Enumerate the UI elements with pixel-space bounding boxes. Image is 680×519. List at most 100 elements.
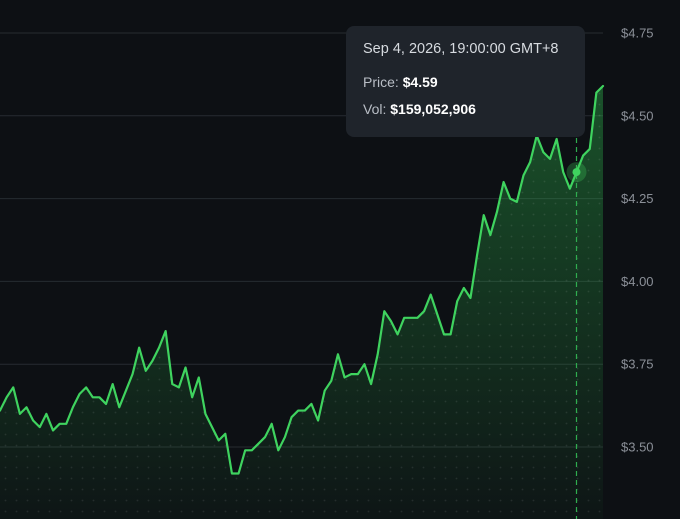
data-point[interactable] <box>163 328 169 334</box>
data-point[interactable] <box>335 351 341 357</box>
data-point[interactable] <box>315 418 321 424</box>
data-point[interactable] <box>83 384 89 390</box>
data-point[interactable] <box>361 361 367 367</box>
data-point[interactable] <box>17 411 23 417</box>
data-point[interactable] <box>77 391 83 397</box>
y-tick-label: $3.75 <box>621 357 654 372</box>
data-point[interactable] <box>481 212 487 218</box>
data-point[interactable] <box>269 421 275 427</box>
data-point[interactable] <box>322 388 328 394</box>
tooltip-price-value: $4.59 <box>402 73 438 90</box>
data-point[interactable] <box>70 404 76 410</box>
data-point[interactable] <box>487 232 493 238</box>
y-tick-label: $4.75 <box>621 26 654 41</box>
data-point[interactable] <box>116 404 122 410</box>
tooltip-vol-value: $159,052,906 <box>390 100 476 117</box>
data-point[interactable] <box>110 381 116 387</box>
data-point[interactable] <box>143 368 149 374</box>
data-point[interactable] <box>189 394 195 400</box>
data-point[interactable] <box>176 384 182 390</box>
data-point[interactable] <box>547 156 553 162</box>
data-point[interactable] <box>342 374 348 380</box>
data-point[interactable] <box>328 378 334 384</box>
data-point[interactable] <box>262 434 268 440</box>
data-point[interactable] <box>560 169 566 175</box>
hover-marker-dot[interactable] <box>572 168 581 177</box>
data-point[interactable] <box>136 345 142 351</box>
data-point[interactable] <box>289 414 295 420</box>
data-point[interactable] <box>408 315 414 321</box>
data-point[interactable] <box>428 292 434 298</box>
data-point[interactable] <box>24 404 30 410</box>
data-point[interactable] <box>37 424 43 430</box>
data-point[interactable] <box>30 418 36 424</box>
data-point[interactable] <box>587 146 593 152</box>
data-point[interactable] <box>229 471 235 477</box>
y-tick-label: $4.00 <box>621 274 654 289</box>
data-point[interactable] <box>222 431 228 437</box>
data-point[interactable] <box>467 295 473 301</box>
data-point[interactable] <box>196 374 202 380</box>
data-point[interactable] <box>4 394 10 400</box>
data-point[interactable] <box>10 384 16 390</box>
data-point[interactable] <box>57 421 63 427</box>
tooltip-vol-row: Vol: $159,052,906 <box>363 102 568 116</box>
data-point[interactable] <box>63 421 69 427</box>
data-point[interactable] <box>401 315 407 321</box>
data-point[interactable] <box>295 408 301 414</box>
data-point[interactable] <box>96 394 102 400</box>
data-point[interactable] <box>169 381 175 387</box>
data-point[interactable] <box>454 298 460 304</box>
data-point[interactable] <box>130 371 136 377</box>
data-point[interactable] <box>520 172 526 178</box>
data-point[interactable] <box>474 252 480 258</box>
data-point[interactable] <box>507 196 513 202</box>
data-point[interactable] <box>381 308 387 314</box>
data-point[interactable] <box>540 149 546 155</box>
tooltip-vol-label: Vol: <box>363 100 387 117</box>
area-dot-texture <box>0 85 603 519</box>
data-point[interactable] <box>308 401 314 407</box>
data-point[interactable] <box>388 318 394 324</box>
data-point[interactable] <box>448 331 454 337</box>
data-point[interactable] <box>123 388 129 394</box>
data-point[interactable] <box>216 437 222 443</box>
data-point[interactable] <box>103 401 109 407</box>
data-point[interactable] <box>355 371 361 377</box>
data-point[interactable] <box>375 351 381 357</box>
data-point[interactable] <box>580 153 586 159</box>
data-point[interactable] <box>441 331 447 337</box>
data-point[interactable] <box>50 427 56 433</box>
data-point[interactable] <box>461 285 467 291</box>
data-point[interactable] <box>43 411 49 417</box>
hover-marker <box>566 162 587 183</box>
data-point[interactable] <box>282 434 288 440</box>
tooltip-price-row: Price: $4.59 <box>363 75 568 89</box>
data-point[interactable] <box>527 159 533 165</box>
data-point[interactable] <box>209 424 215 430</box>
data-point[interactable] <box>90 394 96 400</box>
data-point[interactable] <box>395 331 401 337</box>
data-point[interactable] <box>302 408 308 414</box>
data-point[interactable] <box>414 315 420 321</box>
data-point[interactable] <box>236 471 242 477</box>
data-point[interactable] <box>368 381 374 387</box>
data-point[interactable] <box>514 199 520 205</box>
data-point[interactable] <box>421 308 427 314</box>
data-point[interactable] <box>567 186 573 192</box>
data-point[interactable] <box>255 441 261 447</box>
data-point[interactable] <box>156 345 162 351</box>
data-point[interactable] <box>501 179 507 185</box>
data-point[interactable] <box>348 371 354 377</box>
data-point[interactable] <box>249 447 255 453</box>
data-point[interactable] <box>494 209 500 215</box>
data-point[interactable] <box>183 365 189 371</box>
data-point[interactable] <box>600 83 606 89</box>
price-chart-container[interactable]: $3.50 $3.75 $4.00 $4.25 $4.50 $4.75 Sep 4, 20… <box>0 0 680 519</box>
data-point[interactable] <box>593 90 599 96</box>
data-point[interactable] <box>434 312 440 318</box>
data-point[interactable] <box>202 411 208 417</box>
data-point[interactable] <box>149 358 155 364</box>
data-point[interactable] <box>242 447 248 453</box>
data-point[interactable] <box>275 447 281 453</box>
